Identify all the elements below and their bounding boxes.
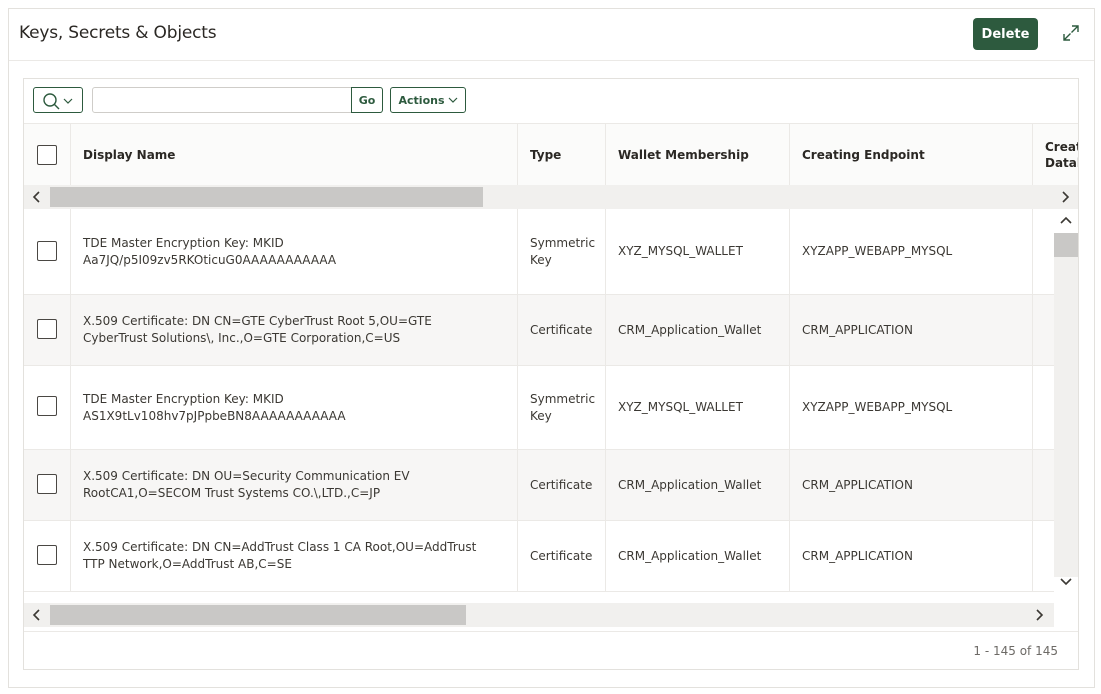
header-select-cell xyxy=(24,124,71,186)
row-select-cell xyxy=(24,450,71,520)
cell-creating-endpoint: CRM_APPLICATION xyxy=(790,450,1033,520)
search-input[interactable] xyxy=(92,87,352,113)
cell-type: Symmetric Key xyxy=(518,209,606,294)
interactive-report: Go Actions Display Name Type Wallet Memb… xyxy=(23,78,1079,670)
cell-display-name: X.509 Certificate: DN CN=GTE CyberTrust … xyxy=(71,295,518,365)
cell-type: Certificate xyxy=(518,521,606,591)
cell-type: Symmetric Key xyxy=(518,366,606,449)
vertical-scroll-track[interactable] xyxy=(1054,233,1078,577)
table-row[interactable]: X.509 Certificate: DN CN=GTE CyberTrust … xyxy=(24,295,1054,366)
cell-wallet-membership: XYZ_MYSQL_WALLET xyxy=(606,209,790,294)
chevron-down-icon xyxy=(448,97,457,103)
row-checkbox[interactable] xyxy=(37,545,57,565)
scroll-thumb[interactable] xyxy=(50,187,483,207)
scroll-right-icon[interactable] xyxy=(1057,189,1073,205)
table-body: TDE Master Encryption Key: MKID Aa7JQ/p5… xyxy=(24,209,1054,593)
report-grid: Display Name Type Wallet Membership Crea… xyxy=(24,123,1078,631)
vertical-scrollbar[interactable] xyxy=(1054,209,1078,593)
table-row[interactable]: X.509 Certificate: DN CN=AddTrust Class … xyxy=(24,521,1054,592)
top-horizontal-scrollbar[interactable] xyxy=(24,185,1078,209)
column-header-wallet-membership[interactable]: Wallet Membership xyxy=(606,124,790,186)
row-checkbox[interactable] xyxy=(37,396,57,416)
cell-creating-database xyxy=(1033,450,1054,520)
scroll-left-icon[interactable] xyxy=(29,189,45,205)
scroll-left-icon[interactable] xyxy=(29,607,45,623)
search-column-select[interactable] xyxy=(33,87,83,113)
keys-secrets-region: Keys, Secrets & Objects Delete Go Action… xyxy=(8,8,1095,688)
scroll-right-icon[interactable] xyxy=(1031,607,1047,623)
column-header-display-name[interactable]: Display Name xyxy=(71,124,518,186)
table-row[interactable]: TDE Master Encryption Key: MKID Aa7JQ/p5… xyxy=(24,209,1054,295)
cell-creating-database xyxy=(1033,295,1054,365)
column-header-creating-endpoint[interactable]: Creating Endpoint xyxy=(790,124,1033,186)
scroll-thumb[interactable] xyxy=(50,605,466,625)
cell-creating-database xyxy=(1033,521,1054,591)
column-header-type[interactable]: Type xyxy=(518,124,606,186)
cell-creating-endpoint: XYZAPP_WEBAPP_MYSQL xyxy=(790,366,1033,449)
cell-wallet-membership: CRM_Application_Wallet xyxy=(606,521,790,591)
vertical-scroll-thumb[interactable] xyxy=(1054,233,1078,257)
report-toolbar: Go Actions xyxy=(24,79,1078,123)
actions-menu-button[interactable]: Actions xyxy=(390,87,466,113)
pagination-label: 1 - 145 of 145 xyxy=(973,644,1058,658)
row-checkbox[interactable] xyxy=(37,319,57,339)
cell-wallet-membership: CRM_Application_Wallet xyxy=(606,295,790,365)
row-checkbox[interactable] xyxy=(37,241,57,261)
cell-display-name: X.509 Certificate: DN OU=Security Commun… xyxy=(71,450,518,520)
table-row[interactable]: TDE Master Encryption Key: MKID AS1X9tLv… xyxy=(24,366,1054,450)
cell-type: Certificate xyxy=(518,295,606,365)
row-select-cell xyxy=(24,366,71,449)
column-header-creating-database[interactable]: Creating Database xyxy=(1033,124,1078,186)
row-select-cell xyxy=(24,295,71,365)
cell-display-name: X.509 Certificate: DN CN=AddTrust Class … xyxy=(71,521,518,591)
cell-creating-database xyxy=(1033,366,1054,449)
go-button[interactable]: Go xyxy=(351,87,383,113)
cell-creating-database xyxy=(1033,209,1054,294)
expand-icon[interactable] xyxy=(1061,23,1081,43)
bottom-horizontal-scrollbar[interactable] xyxy=(24,603,1054,627)
delete-button[interactable]: Delete xyxy=(973,18,1038,50)
row-select-cell xyxy=(24,521,71,591)
cell-display-name: TDE Master Encryption Key: MKID Aa7JQ/p5… xyxy=(71,209,518,294)
cell-wallet-membership: XYZ_MYSQL_WALLET xyxy=(606,366,790,449)
region-header: Keys, Secrets & Objects Delete xyxy=(9,9,1094,61)
row-checkbox[interactable] xyxy=(37,474,57,494)
cell-creating-endpoint: XYZAPP_WEBAPP_MYSQL xyxy=(790,209,1033,294)
table-row[interactable]: X.509 Certificate: DN OU=Security Commun… xyxy=(24,450,1054,521)
cell-wallet-membership: CRM_Application_Wallet xyxy=(606,450,790,520)
scroll-up-icon[interactable] xyxy=(1058,213,1074,229)
table-header: Display Name Type Wallet Membership Crea… xyxy=(24,123,1078,186)
cell-creating-endpoint: CRM_APPLICATION xyxy=(790,521,1033,591)
select-all-checkbox[interactable] xyxy=(37,145,57,165)
search-icon xyxy=(43,93,73,110)
row-select-cell xyxy=(24,209,71,294)
cell-creating-endpoint: CRM_APPLICATION xyxy=(790,295,1033,365)
cell-type: Certificate xyxy=(518,450,606,520)
report-footer: 1 - 145 of 145 xyxy=(24,631,1078,671)
scroll-down-icon[interactable] xyxy=(1058,573,1074,589)
region-title: Keys, Secrets & Objects xyxy=(19,23,217,43)
cell-display-name: TDE Master Encryption Key: MKID AS1X9tLv… xyxy=(71,366,518,449)
actions-label: Actions xyxy=(398,93,445,107)
